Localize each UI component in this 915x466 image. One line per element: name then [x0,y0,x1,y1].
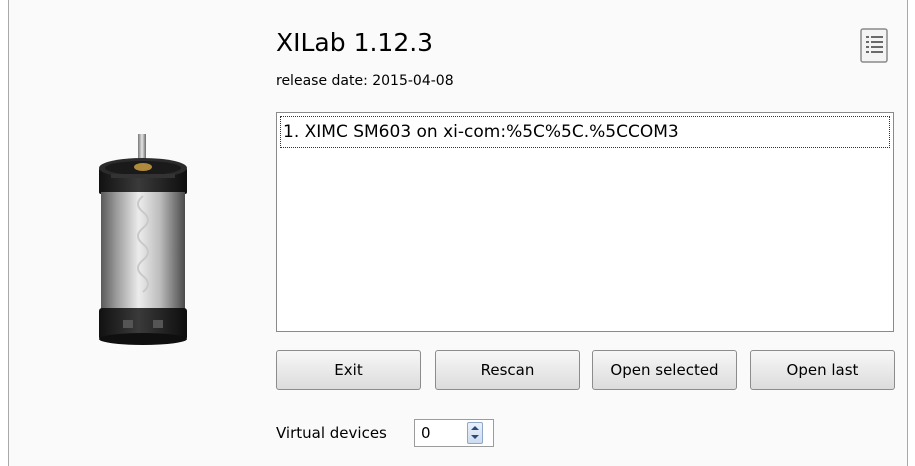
app-title: XILab 1.12.3 [276,28,434,57]
open-last-button[interactable]: Open last [750,350,895,390]
virtual-devices-label: Virtual devices [276,424,387,442]
release-date: release date: 2015-04-08 [276,73,454,89]
spin-up-arrow-icon[interactable] [468,423,482,433]
spin-down-arrow-icon[interactable] [468,433,482,443]
open-selected-button[interactable]: Open selected [592,350,737,390]
spin-arrows [467,422,483,444]
list-item[interactable]: 1. XIMC SM603 on xi-com:%5C%5C.%5CCOM3 [280,116,890,148]
exit-button[interactable]: Exit [276,350,421,390]
virtual-devices-value[interactable]: 0 [421,423,431,443]
device-list[interactable]: 1. XIMC SM603 on xi-com:%5C%5C.%5CCOM3 [276,112,894,332]
rescan-button[interactable]: Rescan [435,350,580,390]
motor-image [99,134,187,345]
virtual-devices-spinbox[interactable]: 0 [414,419,494,447]
document-list-icon[interactable] [859,27,891,65]
launcher-window: XILab 1.12.3 release date: 2015-04-08 1.… [8,0,908,466]
